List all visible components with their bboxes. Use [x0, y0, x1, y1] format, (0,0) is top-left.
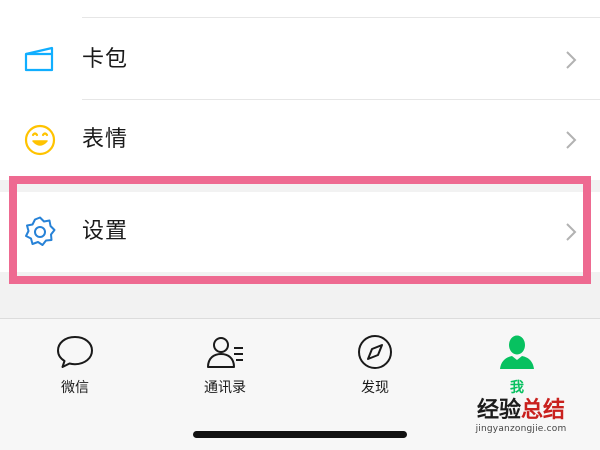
tab-contacts[interactable]: 通讯录 [175, 333, 275, 403]
tab-label: 通讯录 [204, 380, 246, 396]
chat-bubble-icon [57, 336, 93, 368]
menu-item-card-wallet[interactable]: 卡包 [0, 20, 600, 100]
menu-item-stickers[interactable]: 表情 [0, 100, 600, 180]
person-icon [500, 335, 534, 369]
tab-me[interactable]: 我 [467, 333, 567, 403]
watermark-title-red: 总结 [521, 397, 566, 423]
smiley-icon [24, 124, 56, 156]
tab-label: 微信 [61, 380, 89, 396]
highlight-frame [9, 176, 591, 284]
tab-label: 发现 [361, 380, 389, 396]
watermark-title: 经验总结 [456, 398, 586, 422]
watermark: 经验总结 jingyanzongjie.com [456, 398, 586, 434]
watermark-title-black: 经验 [476, 397, 521, 423]
contacts-icon [207, 337, 243, 368]
previous-row-remnant [0, 0, 600, 20]
chevron-right-icon [566, 131, 577, 149]
menu-item-label: 卡包 [82, 47, 129, 72]
home-indicator[interactable] [193, 431, 407, 438]
tab-discover[interactable]: 发现 [325, 333, 425, 403]
card-wallet-icon [24, 46, 54, 72]
compass-icon [358, 335, 392, 369]
menu-item-label: 表情 [82, 127, 129, 152]
chevron-right-icon [566, 51, 577, 69]
tab-chats[interactable]: 微信 [25, 333, 125, 403]
tab-label: 我 [510, 380, 524, 396]
watermark-url: jingyanzongjie.com [475, 424, 567, 434]
row-divider [82, 17, 600, 18]
